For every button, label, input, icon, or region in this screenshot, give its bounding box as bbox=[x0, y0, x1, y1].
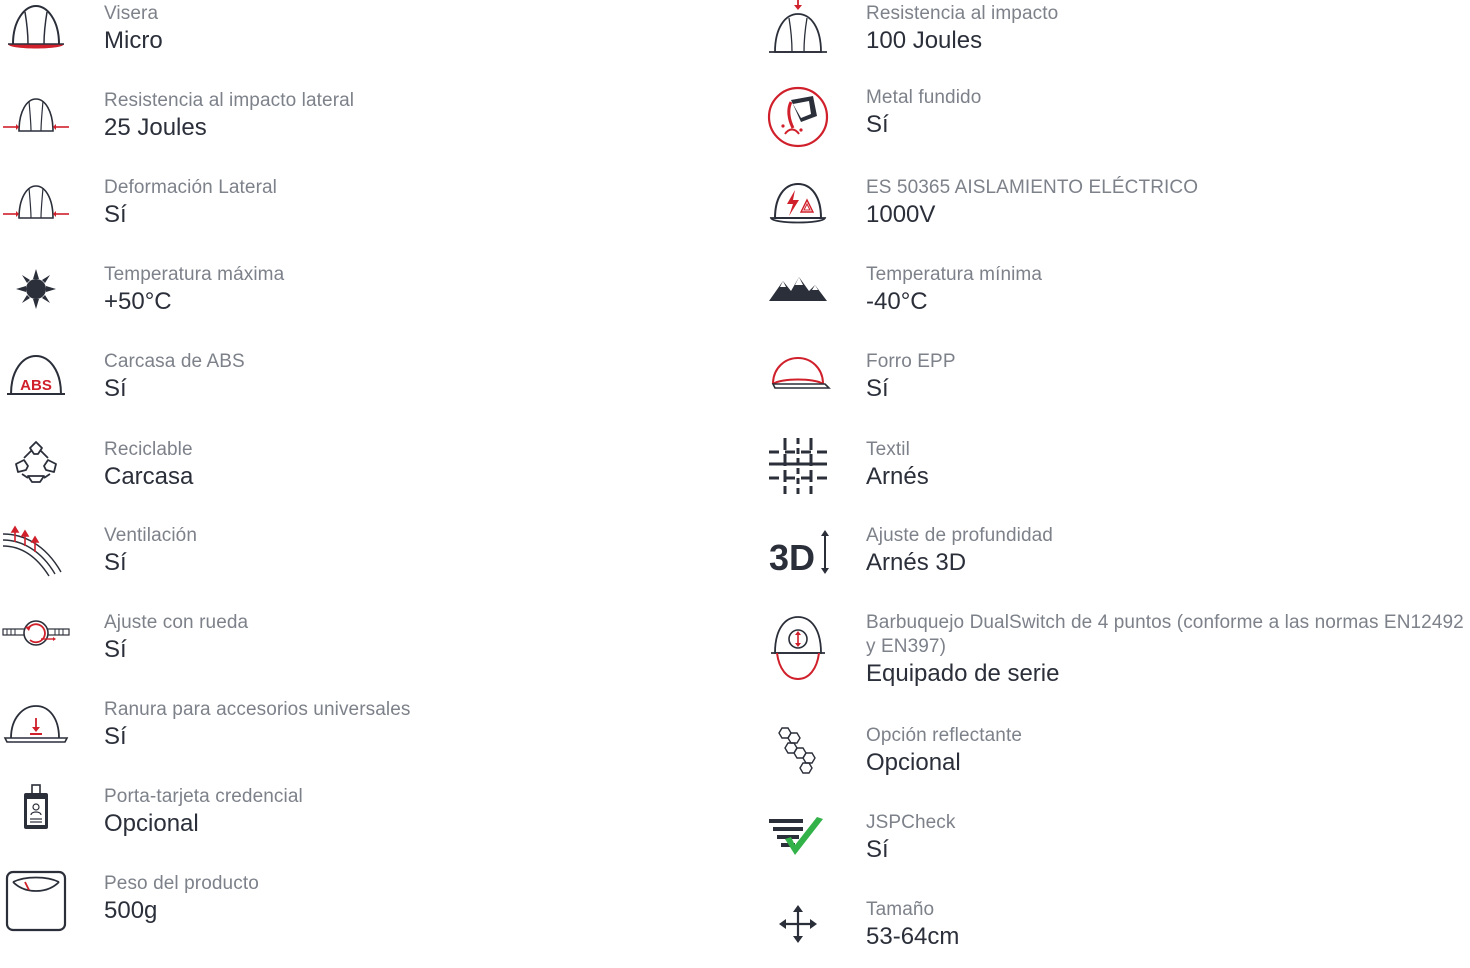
wheel-ratchet-icon bbox=[0, 609, 72, 681]
spec-value: Opcional bbox=[866, 749, 961, 776]
check-icon bbox=[762, 809, 834, 881]
spec-value: Sí bbox=[866, 375, 889, 402]
spec-item: Temperatura máxima +50°C bbox=[0, 261, 740, 333]
spec-value: 1000V bbox=[866, 201, 936, 228]
chinstrap-icon bbox=[762, 609, 834, 681]
spec-label: Peso del producto bbox=[104, 873, 259, 894]
spec-item: JSPCheck Sí bbox=[762, 809, 1470, 881]
spec-label: Ajuste de profundidad bbox=[866, 525, 1053, 546]
spec-label: Barbuquejo DualSwitch de 4 puntos (confo… bbox=[866, 612, 1464, 657]
spec-item: Temperatura mínima -40°C bbox=[762, 261, 1470, 333]
spec-label: Temperatura mínima bbox=[866, 264, 1043, 285]
spec-value: Sí bbox=[104, 375, 127, 402]
spec-item: Tamaño 53-64cm bbox=[762, 896, 1470, 968]
spec-label: Textil bbox=[866, 439, 910, 460]
spec-item: Deformación Lateral Sí bbox=[0, 174, 740, 246]
spec-value: Arnés bbox=[866, 463, 929, 490]
spec-label: Ranura para accesorios universales bbox=[104, 699, 411, 720]
spec-label: Deformación Lateral bbox=[104, 177, 277, 198]
depth-adjust-3d-icon: 3D bbox=[762, 522, 834, 594]
spec-value: Sí bbox=[866, 836, 889, 863]
svg-text:ABS: ABS bbox=[20, 377, 52, 394]
spec-item: Opción reflectante Opcional bbox=[762, 722, 1470, 794]
spec-item: Ranura para accesorios universales Sí bbox=[0, 696, 740, 768]
spec-value: Sí bbox=[104, 201, 127, 228]
spec-item: Metal fundido Sí bbox=[762, 84, 1470, 156]
spec-item: ES 50365 AISLAMIENTO ELÉCTRICO 1000V bbox=[762, 174, 1470, 246]
spec-value: 500g bbox=[104, 897, 158, 924]
spec-value: Sí bbox=[104, 723, 127, 750]
spec-item: Textil Arnés bbox=[762, 436, 1470, 508]
spec-value: -40°C bbox=[866, 288, 928, 315]
spec-label: JSPCheck bbox=[866, 812, 956, 833]
sun-icon bbox=[0, 261, 72, 333]
spec-value: Equipado de serie bbox=[866, 660, 1060, 687]
spec-item: Porta-tarjeta credencial Opcional bbox=[0, 783, 740, 855]
spec-value: Carcasa bbox=[104, 463, 194, 490]
electrical-insulation-icon bbox=[762, 174, 834, 246]
spec-item: Visera Micro bbox=[0, 0, 740, 72]
spec-label: Ajuste con rueda bbox=[104, 612, 249, 633]
spec-label: Ventilación bbox=[104, 525, 198, 546]
spec-label: ES 50365 AISLAMIENTO ELÉCTRICO bbox=[866, 177, 1199, 198]
spec-label: Tamaño bbox=[866, 899, 935, 920]
spec-value: Sí bbox=[104, 636, 127, 663]
weight-scale-icon bbox=[0, 870, 72, 942]
badge-holder-icon bbox=[0, 783, 72, 855]
spec-label: Temperatura máxima bbox=[104, 264, 285, 285]
spec-label: Reciclable bbox=[104, 439, 193, 460]
spec-value: Opcional bbox=[104, 810, 199, 837]
spec-item: Peso del producto 500g bbox=[0, 870, 740, 942]
spec-item: Forro EPP Sí bbox=[762, 348, 1470, 420]
spec-item: Barbuquejo DualSwitch de 4 puntos (confo… bbox=[762, 609, 1470, 689]
mountains-icon bbox=[762, 261, 834, 333]
spec-value: Arnés 3D bbox=[866, 549, 967, 576]
impact-icon bbox=[762, 0, 834, 72]
visor-helmet-icon bbox=[0, 0, 72, 72]
accessory-slot-icon bbox=[0, 696, 72, 768]
spec-label: Carcasa de ABS bbox=[104, 351, 245, 372]
spec-item: Ajuste con rueda Sí bbox=[0, 609, 740, 681]
spec-label: Visera bbox=[104, 3, 159, 24]
ventilation-icon bbox=[0, 522, 72, 594]
spec-label: Forro EPP bbox=[866, 351, 956, 372]
spec-item: Ventilación Sí bbox=[0, 522, 740, 594]
spec-label: Opción reflectante bbox=[866, 725, 1022, 746]
spec-value: Micro bbox=[104, 27, 163, 54]
spec-label: Resistencia al impacto lateral bbox=[104, 90, 355, 111]
spec-value: Sí bbox=[104, 549, 127, 576]
spec-label: Porta-tarjeta credencial bbox=[104, 786, 303, 807]
spec-value: 25 Joules bbox=[104, 114, 207, 141]
spec-item: ABS Carcasa de ABS Sí bbox=[0, 348, 740, 420]
move-arrows-icon bbox=[762, 896, 834, 968]
recycle-icon bbox=[0, 436, 72, 508]
hexagons-icon bbox=[762, 722, 834, 794]
molten-metal-icon bbox=[762, 84, 834, 156]
spec-value: +50°C bbox=[104, 288, 172, 315]
epp-liner-icon bbox=[762, 348, 834, 420]
abs-shell-icon: ABS bbox=[0, 348, 72, 420]
spec-value: 100 Joules bbox=[866, 27, 983, 54]
spec-value: 53-64cm bbox=[866, 923, 960, 950]
spec-item: Resistencia al impacto lateral 25 Joules bbox=[0, 87, 740, 159]
spec-label: Metal fundido bbox=[866, 87, 982, 108]
side-deformation-icon bbox=[0, 174, 72, 246]
spec-value: Sí bbox=[866, 111, 889, 138]
spec-item: 3D Ajuste de profundidad Arnés 3D bbox=[762, 522, 1470, 594]
spec-item: Reciclable Carcasa bbox=[0, 436, 740, 508]
side-impact-icon bbox=[0, 87, 72, 159]
textile-icon bbox=[762, 436, 834, 508]
svg-text:3D: 3D bbox=[769, 537, 815, 578]
spec-label: Resistencia al impacto bbox=[866, 3, 1059, 24]
spec-item: Resistencia al impacto 100 Joules bbox=[762, 0, 1470, 72]
